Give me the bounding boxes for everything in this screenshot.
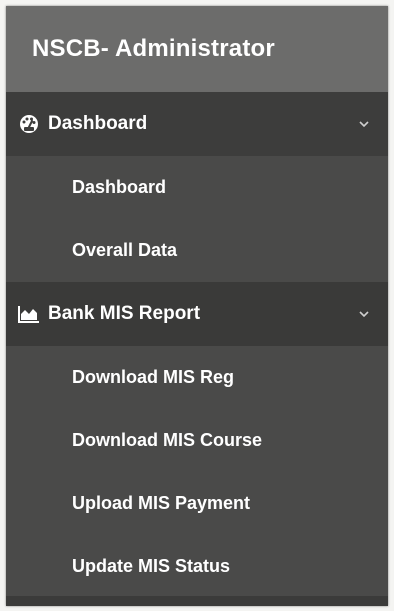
sidebar-item-label: Download MIS Course bbox=[72, 430, 263, 450]
sidebar-item-download-mis-course[interactable]: Download MIS Course bbox=[6, 409, 388, 472]
sidebar-section-bank-mis-report[interactable]: Bank MIS Report bbox=[6, 282, 388, 346]
sidebar-item-dashboard[interactable]: Dashboard bbox=[6, 156, 388, 219]
sidebar-item-label: Overall Data bbox=[72, 240, 178, 260]
sidebar-item-label: Download MIS Reg bbox=[72, 367, 234, 387]
brand-title[interactable]: NSCB- Administrator bbox=[6, 6, 388, 92]
sidebar-item-update-mis-status[interactable]: Update MIS Status bbox=[6, 535, 388, 598]
sidebar-item-upload-mis-payment[interactable]: Upload MIS Payment bbox=[6, 472, 388, 535]
sidebar-item-label: Upload MIS Payment bbox=[72, 493, 251, 513]
sidebar-section-label: Dashboard bbox=[48, 113, 148, 134]
sidebar-section-label: Bank MIS Report bbox=[48, 303, 201, 324]
sidebar-item-download-mis-reg[interactable]: Download MIS Reg bbox=[6, 346, 388, 409]
sidebar-section-dashboard[interactable]: Dashboard bbox=[6, 92, 388, 156]
sidebar-item-label: Dashboard bbox=[72, 177, 167, 197]
dashboard-gauge-icon bbox=[18, 113, 40, 135]
sidebar-item-overall-data[interactable]: Overall Data bbox=[6, 219, 388, 282]
area-chart-icon bbox=[18, 303, 40, 325]
chevron-down-icon[interactable] bbox=[356, 306, 372, 322]
chevron-down-icon[interactable] bbox=[356, 116, 372, 132]
sidebar: NSCB- Administrator Dashboard Dashboard … bbox=[6, 6, 388, 606]
sidebar-footer-strip bbox=[6, 596, 388, 606]
sidebar-item-label: Update MIS Status bbox=[72, 556, 231, 576]
